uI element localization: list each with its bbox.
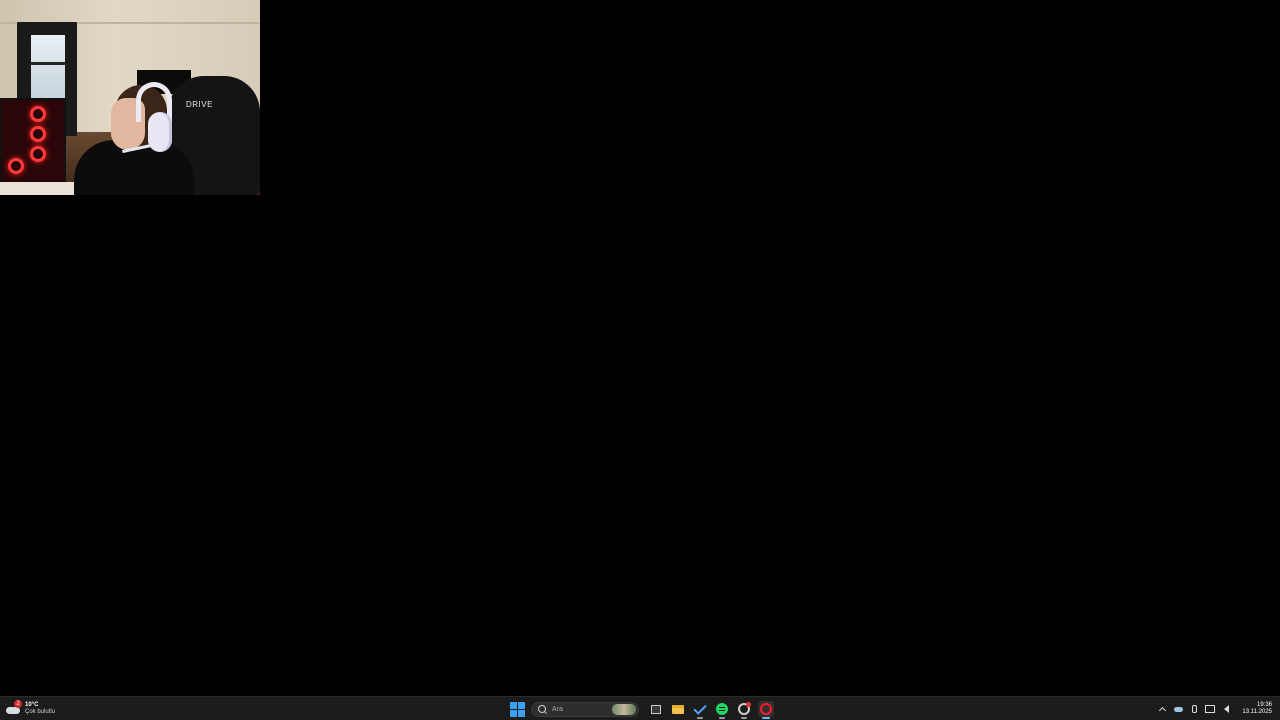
- fan: [8, 158, 24, 174]
- weather-description: Çok bulutlu: [25, 709, 56, 715]
- clock-time: 19:36: [1256, 702, 1272, 708]
- desk: [0, 182, 80, 195]
- browser-icon: [738, 702, 751, 715]
- spotify-icon: [716, 703, 728, 715]
- windows-logo-tile: [509, 709, 517, 717]
- file-explorer-button[interactable]: [670, 701, 686, 717]
- opera-icon: [760, 703, 772, 715]
- microphone-icon: [1191, 705, 1197, 713]
- task-view-icon: [651, 704, 661, 714]
- windows-logo-tile: [517, 709, 525, 717]
- task-view-button[interactable]: [648, 701, 664, 717]
- microphone-button[interactable]: [1187, 702, 1201, 716]
- show-hidden-icons-button[interactable]: [1155, 702, 1169, 716]
- running-indicator: [697, 717, 703, 719]
- browser-button[interactable]: [736, 701, 752, 719]
- running-indicator: [741, 717, 747, 719]
- weather-widget[interactable]: 2 10°C Çok bulutlu: [6, 699, 55, 719]
- onedrive-icon: [1173, 706, 1183, 712]
- display-button[interactable]: [1203, 702, 1217, 716]
- start-button[interactable]: [509, 701, 525, 717]
- onedrive-button[interactable]: [1171, 702, 1185, 716]
- search-icon: [538, 705, 546, 713]
- windows-logo-icon: [509, 701, 517, 709]
- desktop: DRIVE: [0, 0, 1280, 696]
- weather-text: 10°C Çok bulutlu: [25, 702, 55, 716]
- clock[interactable]: 19:36 13.11.2025: [1242, 702, 1272, 716]
- chair-logo: DRIVE: [186, 100, 213, 109]
- system-tray: 19:36 13.11.2025: [1154, 699, 1272, 719]
- fan: [30, 146, 46, 162]
- opera-button[interactable]: [758, 701, 774, 719]
- speaker-icon: [1223, 705, 1229, 713]
- fan: [30, 126, 46, 142]
- weather-temperature: 10°C: [25, 702, 39, 708]
- fan: [30, 106, 46, 122]
- windows-logo-tile: [517, 701, 525, 709]
- folder-icon: [672, 704, 684, 714]
- running-indicator: [719, 717, 725, 719]
- volume-button[interactable]: [1219, 702, 1233, 716]
- browser-badge: [746, 702, 751, 707]
- weather-alert-badge: 2: [14, 700, 22, 708]
- spotify-button[interactable]: [714, 701, 730, 719]
- cloud-shape: [6, 707, 20, 714]
- taskbar-center: Ara: [509, 699, 777, 719]
- checkmark-icon: [693, 700, 707, 715]
- door-frame: [31, 62, 65, 65]
- webcam-overlay: DRIVE: [0, 0, 260, 195]
- monitor-icon: [1205, 705, 1216, 713]
- cloud-icon: 2: [6, 700, 22, 715]
- active-indicator: [762, 717, 770, 719]
- taskbar: 2 10°C Çok bulutlu Ara 19:36 13.11.2025: [0, 696, 1280, 720]
- search-placeholder: Ara: [552, 705, 563, 713]
- search-box[interactable]: Ara: [531, 701, 639, 717]
- search-highlight-image: [612, 703, 636, 715]
- pc-case: [0, 98, 66, 188]
- todo-button[interactable]: [692, 700, 708, 719]
- clock-date: 13.11.2025: [1242, 709, 1272, 715]
- chevron-up-icon: [1158, 706, 1166, 715]
